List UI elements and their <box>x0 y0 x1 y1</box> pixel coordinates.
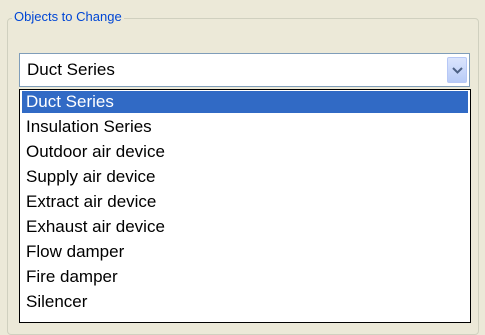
combobox-value: Duct Series <box>27 60 115 79</box>
dropdown-item-insulation-series[interactable]: Insulation Series <box>22 116 468 138</box>
dropdown-list[interactable]: Duct Series Insulation Series Outdoor ai… <box>19 89 471 323</box>
dropdown-item-silencer[interactable]: Silencer <box>22 291 468 313</box>
dropdown-item-exhaust-air-device[interactable]: Exhaust air device <box>22 216 468 238</box>
chevron-down-icon <box>452 67 463 74</box>
dropdown-item-outdoor-air-device[interactable]: Outdoor air device <box>22 141 468 163</box>
dropdown-item-flow-damper[interactable]: Flow damper <box>22 241 468 263</box>
dropdown-item-supply-air-device[interactable]: Supply air device <box>22 166 468 188</box>
dropdown-button[interactable] <box>447 57 467 83</box>
dropdown-item-fire-damper[interactable]: Fire damper <box>22 266 468 288</box>
dropdown-item-duct-series[interactable]: Duct Series <box>22 91 468 113</box>
group-title: Objects to Change <box>12 9 124 25</box>
objects-combobox[interactable]: Duct Series <box>19 53 470 87</box>
dropdown-item-extract-air-device[interactable]: Extract air device <box>22 191 468 213</box>
